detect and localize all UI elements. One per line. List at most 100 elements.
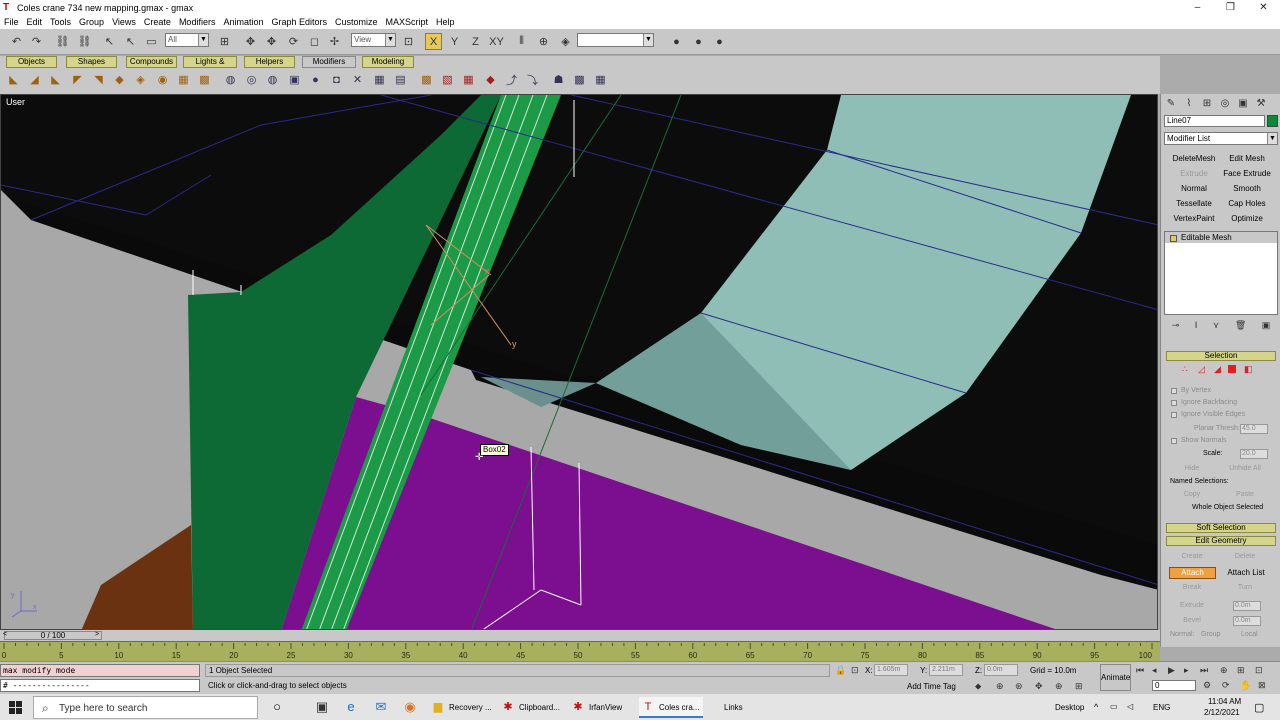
maxscript-listener-input[interactable]: # ---------------- bbox=[0, 679, 200, 692]
ripple-icon[interactable]: ◉ bbox=[154, 71, 171, 88]
select-object-icon[interactable]: ↖ bbox=[101, 33, 118, 50]
edit-mesh-button[interactable]: Edit Mesh bbox=[1223, 152, 1271, 165]
undo-icon[interactable]: ↶ bbox=[8, 33, 25, 50]
modifier-list-dropdown[interactable]: Modifier List ▼ bbox=[1164, 132, 1278, 145]
delete-button[interactable]: Delete bbox=[1221, 551, 1269, 563]
redo-icon[interactable]: ↷ bbox=[28, 33, 45, 50]
unlink-icon[interactable]: ⛓ bbox=[76, 33, 93, 50]
menu-edit[interactable]: Edit bbox=[27, 15, 43, 29]
time-slider[interactable]: 0 / 100 < > bbox=[0, 630, 1160, 641]
restrict-z-icon[interactable]: Z bbox=[467, 33, 484, 50]
uvw-map-icon[interactable]: ◍ bbox=[222, 71, 239, 88]
tab-objects[interactable]: Objects bbox=[6, 56, 57, 68]
tab-modeling[interactable]: Modeling bbox=[362, 56, 414, 68]
restrict-x-icon[interactable]: X bbox=[425, 33, 442, 50]
transform-gizmo-icon[interactable]: ✢ bbox=[326, 33, 343, 50]
taper-icon[interactable]: ◢ bbox=[26, 71, 43, 88]
select-link-icon[interactable]: ⛓ bbox=[54, 33, 71, 50]
menu-customize[interactable]: Customize bbox=[335, 15, 378, 29]
move-axis-icon[interactable]: ✥ bbox=[263, 33, 280, 50]
menu-create[interactable]: Create bbox=[144, 15, 171, 29]
cylinder-icon[interactable]: ◘ bbox=[328, 71, 345, 88]
track-bar[interactable]: 0 5 10 15 20 25 30 35 40 45 50 55 60 65 70 75 80 85 90 95 10… bbox=[0, 641, 1160, 661]
pin-stack-icon[interactable]: ⊸ bbox=[1172, 320, 1180, 334]
paste-button[interactable]: Paste bbox=[1221, 489, 1269, 501]
by-vertex-checkbox[interactable] bbox=[1171, 388, 1177, 394]
checker-icon[interactable]: ▩ bbox=[571, 71, 588, 88]
z-coord-field[interactable]: 0.0m bbox=[984, 664, 1018, 676]
current-frame-field[interactable]: 0 bbox=[1152, 680, 1196, 691]
ref-coord-dropdown[interactable]: View ▼ bbox=[351, 33, 396, 47]
store-icon[interactable]: ▣ bbox=[313, 698, 331, 716]
zoom-extents-icon[interactable]: ⊞ bbox=[1075, 681, 1083, 692]
tab-modifiers[interactable]: Modifiers bbox=[302, 56, 356, 68]
mail-icon[interactable]: ✉ bbox=[372, 698, 390, 716]
render-icon[interactable]: ● bbox=[690, 33, 707, 50]
spline-icon[interactable]: ⤵ bbox=[524, 71, 541, 88]
planar-thresh-spinner[interactable]: 45.0 bbox=[1240, 424, 1268, 434]
language-indicator[interactable]: ENG bbox=[1153, 703, 1170, 712]
make-unique-icon[interactable]: ⋎ bbox=[1213, 320, 1220, 334]
select-and-move-icon[interactable]: ⊞ bbox=[216, 33, 233, 50]
zoom-region-icon[interactable]: ⊕ bbox=[1220, 665, 1228, 676]
extrude-spinner[interactable]: 0.0m bbox=[1233, 601, 1261, 611]
select-by-name-icon[interactable]: ↖ bbox=[122, 33, 139, 50]
turn-button[interactable]: Turn bbox=[1221, 582, 1269, 594]
object-name-field[interactable]: Line07 bbox=[1164, 115, 1265, 127]
bevel-button[interactable]: Bevel bbox=[1168, 615, 1216, 627]
next-frame-arrow[interactable]: > bbox=[95, 631, 99, 638]
rotate-icon[interactable]: ⟳ bbox=[285, 33, 302, 50]
ffd-icon[interactable]: ▩ bbox=[196, 71, 213, 88]
stack-item-editable-mesh[interactable]: Editable Mesh bbox=[1165, 232, 1277, 243]
normal-icon[interactable]: ⤴ bbox=[503, 71, 520, 88]
maxscript-listener-output[interactable]: max modify mode bbox=[0, 664, 200, 677]
play-icon[interactable]: ▶ bbox=[1168, 665, 1175, 676]
break-button[interactable]: Break bbox=[1168, 582, 1216, 594]
arc-rotate-icon[interactable]: ⟳ bbox=[1222, 680, 1230, 691]
menu-tools[interactable]: Tools bbox=[50, 15, 71, 29]
key-icon[interactable]: ⬥ bbox=[975, 681, 981, 692]
hierarchy-tab-icon[interactable]: ⊞ bbox=[1199, 96, 1215, 112]
zoom-all-icon[interactable]: ⊞ bbox=[1237, 665, 1245, 676]
x-coord-field[interactable]: 1.605m bbox=[874, 664, 908, 676]
edit-patch-icon[interactable]: ▣ bbox=[286, 71, 303, 88]
restrict-y-icon[interactable]: Y bbox=[446, 33, 463, 50]
network-icon[interactable]: ▭ bbox=[1110, 702, 1118, 711]
taskbar-app-irfanview[interactable]: ✱ IrfanView bbox=[569, 697, 633, 718]
vertexpaint-button[interactable]: VertexPaint bbox=[1170, 212, 1218, 225]
wave-icon[interactable]: ◈ bbox=[132, 71, 149, 88]
menu-maxscript[interactable]: MAXScript bbox=[386, 15, 429, 29]
show-normals-checkbox[interactable] bbox=[1171, 438, 1177, 444]
next-key-icon[interactable]: ▸ bbox=[1184, 665, 1189, 676]
selection-filter-dropdown[interactable]: All ▼ bbox=[165, 33, 209, 47]
absolute-mode-icon[interactable]: ⊡ bbox=[851, 665, 859, 676]
add-time-tag[interactable]: Add Time Tag bbox=[907, 682, 956, 691]
links-toolbar[interactable]: Links bbox=[724, 703, 743, 712]
tab-helpers[interactable]: Helpers bbox=[244, 56, 295, 68]
unhide-all-button[interactable]: Unhide All bbox=[1221, 463, 1269, 475]
local-radio[interactable]: Local bbox=[1241, 631, 1258, 638]
prev-key-icon[interactable]: ◂ bbox=[1152, 665, 1157, 676]
named-selection-dropdown[interactable]: ▼ bbox=[577, 33, 654, 47]
skew-icon[interactable]: ◆ bbox=[111, 71, 128, 88]
set-key-icon[interactable]: ⊕ bbox=[996, 681, 1004, 692]
tab-compounds[interactable]: Compounds bbox=[126, 56, 177, 68]
notifications-icon[interactable]: ▢ bbox=[1254, 701, 1264, 714]
show-end-result-icon[interactable]: Ⅰ bbox=[1195, 320, 1198, 334]
display-tab-icon[interactable]: ▣ bbox=[1235, 96, 1251, 112]
pan-view-icon[interactable]: ✥ bbox=[1035, 681, 1043, 692]
edge-icon[interactable]: ◆ bbox=[482, 71, 499, 88]
menu-graph-editors[interactable]: Graph Editors bbox=[271, 15, 327, 29]
selection-rollout[interactable]: Selection bbox=[1166, 351, 1276, 361]
object-color-swatch[interactable] bbox=[1267, 115, 1278, 127]
clock-time[interactable]: 11:04 AM bbox=[1208, 697, 1241, 706]
optimize-button[interactable]: Optimize bbox=[1223, 212, 1271, 225]
lattice-icon[interactable]: ▦ bbox=[175, 71, 192, 88]
minimize-button[interactable]: – bbox=[1181, 0, 1214, 15]
group-radio[interactable]: Group bbox=[1201, 631, 1220, 638]
pivot-icon[interactable]: ⊡ bbox=[400, 33, 417, 50]
sphere-icon[interactable]: ● bbox=[307, 71, 324, 88]
tray-overflow-icon[interactable]: ^ bbox=[1094, 702, 1098, 712]
firefox-icon[interactable]: ◉ bbox=[401, 698, 419, 716]
restrict-xy-icon[interactable]: XY bbox=[488, 33, 505, 50]
